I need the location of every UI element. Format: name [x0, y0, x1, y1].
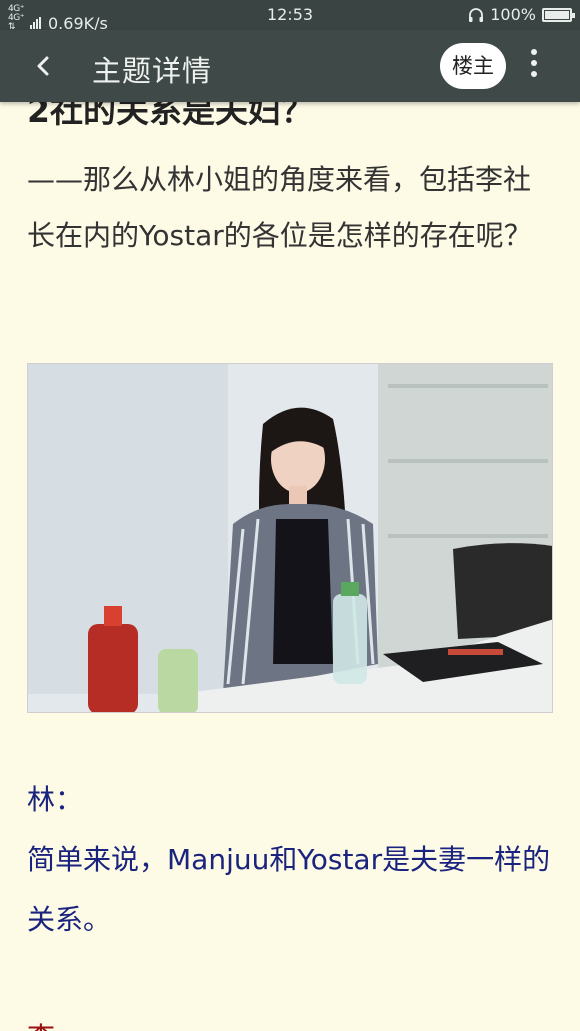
interviewer-question: ——那么从林小姐的角度来看，包括李社长在内的Yostar的各位是怎样的存在呢？ [27, 163, 532, 252]
battery-percent: 100% [490, 5, 536, 24]
headphones-icon [469, 7, 484, 22]
battery-icon [542, 7, 575, 22]
article-content: 2社的关系是夫妇？ ——那么从林小姐的角度来看，包括李社长在内的Yostar的各… [0, 0, 580, 1031]
speaker-label: 林： [27, 783, 84, 816]
status-right: 100% [468, 5, 575, 24]
page-title: 主题详情 [92, 54, 213, 88]
photo-illustration [28, 364, 552, 712]
status-bar: 4G⁺ 4G⁺ ⇅ 2G 0.69K/s 12:53 100% [0, 0, 580, 41]
app-bar: 主题详情 楼主 [0, 30, 580, 102]
interviewee-answer: 简单来说，Manjuu和Yostar是夫妻一样的关系。 [27, 843, 551, 936]
back-arrow-icon[interactable] [26, 48, 62, 84]
interview-photo[interactable] [27, 363, 553, 713]
more-options-icon[interactable] [526, 46, 542, 86]
only-op-button[interactable]: 楼主 [440, 43, 506, 89]
next-speaker-label: 李 [27, 1016, 55, 1031]
